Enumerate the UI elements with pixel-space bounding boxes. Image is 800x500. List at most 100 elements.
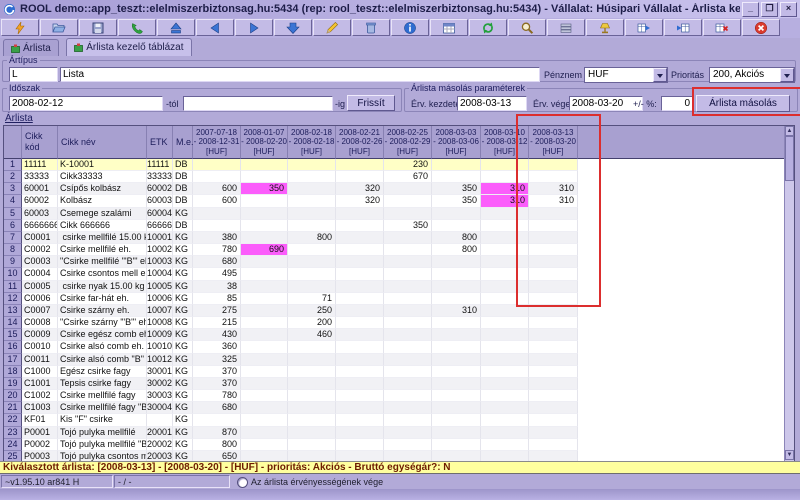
cell[interactable]: C0006: [22, 293, 58, 305]
price-cell[interactable]: [432, 268, 481, 280]
cell[interactable]: C0010: [22, 341, 58, 353]
price-cell[interactable]: [288, 390, 336, 402]
row-number[interactable]: 14: [4, 317, 22, 329]
column-header[interactable]: 2008-02-21 - 2008-02-26 [HUF]: [336, 126, 384, 159]
cell[interactable]: KG: [173, 244, 193, 256]
column-header[interactable]: 2008-01-07 - 2008-02-20 [HUF]: [241, 126, 288, 159]
cell[interactable]: C0004: [22, 268, 58, 280]
table-row[interactable]: 13C0007Csirke szárny eh.10007KG275250310: [4, 305, 578, 317]
price-cell[interactable]: [241, 293, 288, 305]
cell[interactable]: Csirke mellfilé fagy "B": [58, 402, 147, 414]
price-cell[interactable]: [336, 378, 384, 390]
edit-button[interactable]: [313, 19, 351, 36]
price-cell[interactable]: [432, 293, 481, 305]
price-cell[interactable]: [288, 195, 336, 207]
price-cell[interactable]: [384, 354, 432, 366]
price-cell[interactable]: [241, 439, 288, 451]
price-cell[interactable]: [241, 354, 288, 366]
price-cell[interactable]: [288, 354, 336, 366]
price-cell[interactable]: [432, 378, 481, 390]
cell[interactable]: C0007: [22, 305, 58, 317]
row-number[interactable]: 1: [4, 159, 22, 171]
price-cell[interactable]: [336, 439, 384, 451]
price-cell[interactable]: [241, 378, 288, 390]
price-cell[interactable]: [481, 305, 529, 317]
price-cell[interactable]: [481, 414, 529, 426]
price-cell[interactable]: 780: [193, 244, 241, 256]
price-cell[interactable]: [384, 208, 432, 220]
cell[interactable]: KG: [173, 439, 193, 451]
price-cell[interactable]: 495: [193, 268, 241, 280]
price-cell[interactable]: [336, 232, 384, 244]
row-number[interactable]: 16: [4, 341, 22, 353]
price-cell[interactable]: [241, 366, 288, 378]
cell[interactable]: Egész csirke fagy: [58, 366, 147, 378]
price-cell[interactable]: [241, 390, 288, 402]
cell[interactable]: C1001: [22, 378, 58, 390]
cell[interactable]: KG: [173, 378, 193, 390]
price-cell[interactable]: 320: [336, 195, 384, 207]
cell[interactable]: C0002: [22, 244, 58, 256]
cell[interactable]: Tojó pulyka mellfilé "B": [58, 439, 147, 451]
row-number[interactable]: 10: [4, 268, 22, 280]
cell[interactable]: 10002: [147, 244, 173, 256]
price-cell[interactable]: [529, 341, 578, 353]
cell[interactable]: KG: [173, 402, 193, 414]
cell[interactable]: "Csirke szárny '"B"' eh.": [58, 317, 147, 329]
row-number[interactable]: 7: [4, 232, 22, 244]
price-cell[interactable]: [481, 354, 529, 366]
table-import-button[interactable]: [664, 19, 702, 36]
cell[interactable]: C1003: [22, 402, 58, 414]
cell[interactable]: C0003: [22, 256, 58, 268]
price-cell[interactable]: 600: [193, 195, 241, 207]
row-number[interactable]: 23: [4, 427, 22, 439]
column-header[interactable]: 2008-02-18 - 2008-02-18 [HUF]: [288, 126, 336, 159]
price-cell[interactable]: [481, 244, 529, 256]
price-cell[interactable]: [529, 402, 578, 414]
price-cell[interactable]: 370: [193, 366, 241, 378]
cell[interactable]: 60002: [147, 183, 173, 195]
price-cell[interactable]: [529, 378, 578, 390]
price-cell[interactable]: [288, 220, 336, 232]
cell[interactable]: C1002: [22, 390, 58, 402]
price-cell[interactable]: 360: [193, 341, 241, 353]
price-cell[interactable]: [529, 354, 578, 366]
price-cell[interactable]: [241, 305, 288, 317]
artipus-name-input[interactable]: [60, 67, 540, 82]
cell[interactable]: Csirke mellfilé fagy: [58, 390, 147, 402]
column-header[interactable]: 2008-02-25 - 2008-02-29 [HUF]: [384, 126, 432, 159]
table-row[interactable]: 66666666Cikk 66666666666DB350: [4, 220, 578, 232]
price-cell[interactable]: [481, 256, 529, 268]
price-cell[interactable]: [529, 256, 578, 268]
price-cell[interactable]: [336, 366, 384, 378]
chevron-down-icon[interactable]: [653, 68, 667, 82]
cell[interactable]: P0001: [22, 427, 58, 439]
price-cell[interactable]: [384, 427, 432, 439]
price-cell[interactable]: [336, 305, 384, 317]
column-header[interactable]: 2008-03-03 - 2008-03-06 [HUF]: [432, 126, 481, 159]
row-number[interactable]: 6: [4, 220, 22, 232]
price-cell[interactable]: 38: [193, 281, 241, 293]
table-row[interactable]: 8C0002Csirke mellfilé eh.10002KG78069080…: [4, 244, 578, 256]
price-cell[interactable]: [481, 232, 529, 244]
price-cell[interactable]: [481, 402, 529, 414]
price-cell[interactable]: 600: [193, 183, 241, 195]
price-cell[interactable]: 780: [193, 390, 241, 402]
tab-arlista-kezelo-tablazat[interactable]: Árlista kezelő táblázat: [66, 38, 191, 56]
cell[interactable]: Kis "F" csirke: [58, 414, 147, 426]
refresh-button[interactable]: [469, 19, 507, 36]
price-cell[interactable]: [241, 159, 288, 171]
price-cell[interactable]: 250: [288, 305, 336, 317]
cell[interactable]: KG: [173, 208, 193, 220]
price-cell[interactable]: [529, 293, 578, 305]
price-cell[interactable]: [336, 159, 384, 171]
table-row[interactable]: 9C0003"Csirke mellfilé '"B"' eh."10003KG…: [4, 256, 578, 268]
row-number[interactable]: 11: [4, 281, 22, 293]
cell[interactable]: KG: [173, 427, 193, 439]
price-cell[interactable]: [336, 341, 384, 353]
cell[interactable]: K-10001: [58, 159, 147, 171]
cell[interactable]: 60002: [22, 195, 58, 207]
price-cell[interactable]: 71: [288, 293, 336, 305]
price-cell[interactable]: [241, 329, 288, 341]
price-cell[interactable]: 800: [193, 439, 241, 451]
